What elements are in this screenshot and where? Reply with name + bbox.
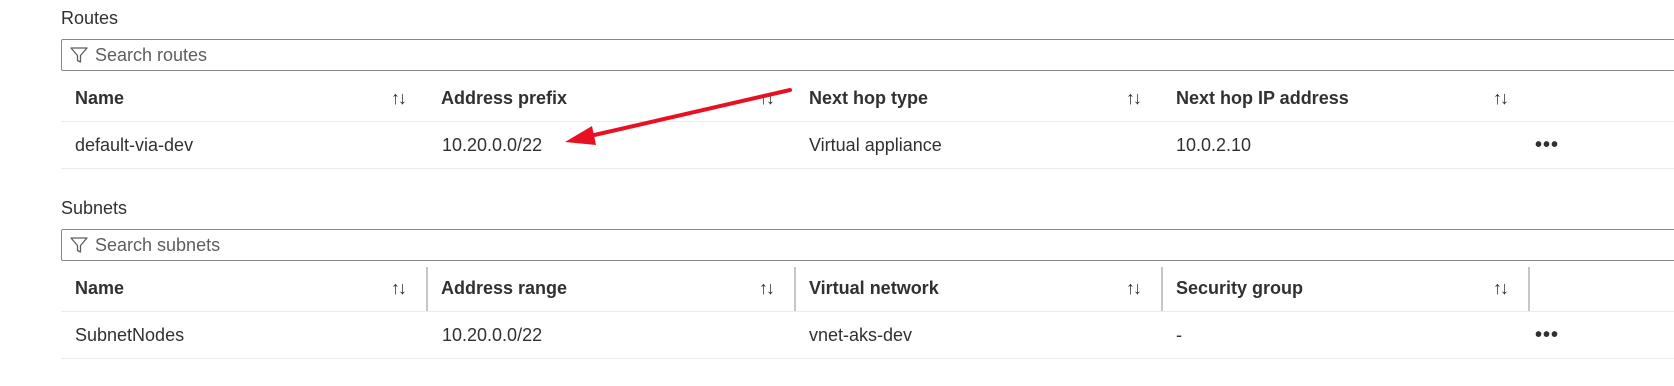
subnets-header-row: Name ↑↓ Address range ↑↓ Virtual network…	[61, 265, 1674, 312]
table-row[interactable]: default-via-dev 10.20.0.0/22 Virtual app…	[61, 122, 1674, 169]
column-header-name[interactable]: Name	[75, 265, 124, 311]
route-next-hop-type-cell: Virtual appliance	[809, 134, 942, 155]
column-resize-handle[interactable]	[794, 267, 796, 311]
column-resize-handle[interactable]	[1161, 267, 1163, 311]
sort-arrows-icon[interactable]: ↑↓	[1126, 75, 1142, 121]
column-header-virtual-network[interactable]: Virtual network	[809, 265, 939, 311]
column-header-address-range[interactable]: Address range	[441, 265, 567, 311]
routes-search-input[interactable]	[95, 44, 695, 66]
column-header-security-group[interactable]: Security group	[1176, 265, 1303, 311]
sort-arrows-icon[interactable]: ↑↓	[1126, 265, 1142, 311]
route-name-cell: default-via-dev	[75, 134, 194, 155]
column-header-next-hop-type[interactable]: Next hop type	[809, 75, 928, 121]
subnets-search-input[interactable]	[95, 234, 695, 256]
filter-icon	[69, 235, 89, 255]
sort-arrows-icon[interactable]: ↑↓	[391, 75, 407, 121]
routes-header-row: Name ↑↓ Address prefix ↑↓ Next hop type …	[61, 75, 1674, 122]
subnets-search-box[interactable]	[61, 229, 1674, 261]
column-header-name[interactable]: Name	[75, 75, 124, 121]
routes-search-box[interactable]	[61, 39, 1674, 71]
filter-icon	[69, 45, 89, 65]
column-resize-handle[interactable]	[426, 267, 428, 311]
subnets-section-title: Subnets	[61, 198, 128, 218]
sort-arrows-icon[interactable]: ↑↓	[1493, 75, 1509, 121]
route-address-prefix-cell: 10.20.0.0/22	[442, 134, 543, 155]
sort-arrows-icon[interactable]: ↑↓	[759, 265, 775, 311]
routes-section-title: Routes	[61, 8, 119, 28]
column-header-next-hop-ip[interactable]: Next hop IP address	[1176, 75, 1349, 121]
more-options-icon[interactable]: •••	[1535, 312, 1559, 358]
subnet-address-range-cell: 10.20.0.0/22	[442, 324, 543, 345]
subnet-name-cell: SubnetNodes	[75, 324, 185, 345]
sort-arrows-icon[interactable]: ↑↓	[391, 265, 407, 311]
table-row[interactable]: SubnetNodes 10.20.0.0/22 vnet-aks-dev - …	[61, 312, 1674, 359]
subnet-security-group-cell: -	[1176, 324, 1182, 345]
column-header-address-prefix[interactable]: Address prefix	[441, 75, 567, 121]
subnet-virtual-network-cell: vnet-aks-dev	[809, 324, 913, 345]
column-resize-handle[interactable]	[1528, 267, 1530, 311]
sort-arrows-icon[interactable]: ↑↓	[1493, 265, 1509, 311]
route-next-hop-ip-cell: 10.0.2.10	[1176, 134, 1252, 155]
page: Routes Name ↑↓ Address prefix ↑↓ Next ho…	[0, 0, 1674, 386]
sort-arrows-icon[interactable]: ↑↓	[759, 75, 775, 121]
more-options-icon[interactable]: •••	[1535, 122, 1559, 168]
